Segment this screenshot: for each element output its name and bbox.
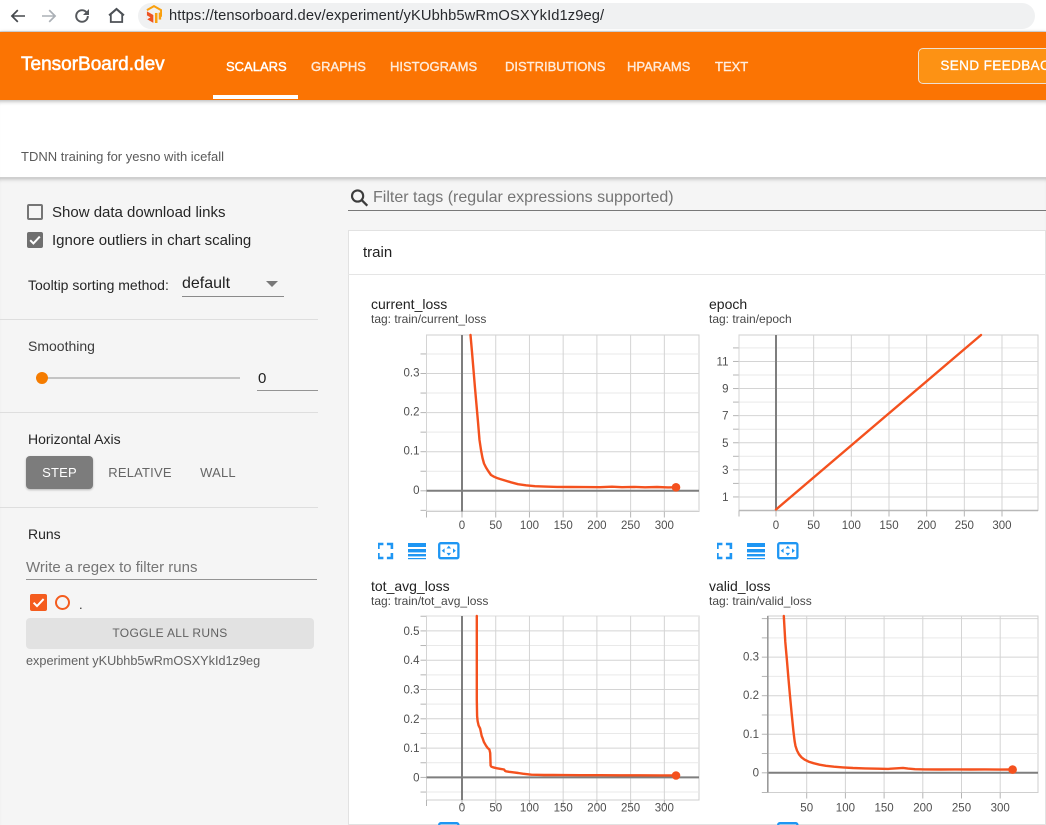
svg-text:200: 200 (917, 520, 936, 532)
svg-text:7: 7 (722, 411, 728, 423)
svg-text:0.3: 0.3 (404, 368, 420, 380)
svg-text:0: 0 (459, 803, 465, 815)
svg-text:0.5: 0.5 (404, 626, 420, 638)
svg-text:1: 1 (722, 492, 728, 504)
svg-text:250: 250 (952, 803, 971, 815)
svg-text:200: 200 (587, 520, 606, 532)
svg-text:5: 5 (722, 438, 728, 450)
svg-text:0.3: 0.3 (404, 685, 420, 697)
svg-text:0.1: 0.1 (404, 446, 420, 458)
svg-text:100: 100 (520, 803, 539, 815)
svg-text:0: 0 (413, 772, 419, 784)
svg-text:3: 3 (722, 465, 728, 477)
svg-text:250: 250 (955, 520, 974, 532)
svg-text:0.4: 0.4 (404, 655, 421, 667)
svg-text:0: 0 (753, 767, 759, 779)
svg-text:0.1: 0.1 (743, 729, 759, 741)
svg-text:9: 9 (722, 384, 728, 396)
svg-text:50: 50 (489, 803, 502, 815)
svg-text:50: 50 (807, 520, 820, 532)
svg-text:0: 0 (459, 520, 465, 532)
svg-text:150: 150 (554, 520, 573, 532)
svg-text:50: 50 (489, 520, 502, 532)
svg-text:150: 150 (554, 803, 573, 815)
svg-text:0: 0 (413, 485, 419, 497)
svg-text:200: 200 (587, 803, 606, 815)
svg-text:0.2: 0.2 (743, 690, 759, 702)
svg-text:300: 300 (991, 803, 1010, 815)
svg-text:150: 150 (879, 520, 898, 532)
svg-text:100: 100 (520, 520, 539, 532)
svg-text:0.2: 0.2 (404, 714, 420, 726)
svg-text:0.1: 0.1 (404, 743, 420, 755)
svg-text:300: 300 (655, 803, 674, 815)
svg-text:50: 50 (800, 803, 813, 815)
svg-text:11: 11 (717, 356, 729, 368)
svg-text:250: 250 (621, 803, 640, 815)
svg-text:0.2: 0.2 (404, 407, 420, 419)
svg-text:100: 100 (836, 803, 855, 815)
svg-text:250: 250 (621, 520, 640, 532)
svg-text:300: 300 (655, 520, 674, 532)
svg-text:100: 100 (842, 520, 861, 532)
svg-text:200: 200 (913, 803, 932, 815)
svg-text:0: 0 (773, 520, 779, 532)
svg-text:150: 150 (875, 803, 894, 815)
svg-text:300: 300 (992, 520, 1011, 532)
svg-text:0.3: 0.3 (743, 652, 759, 664)
